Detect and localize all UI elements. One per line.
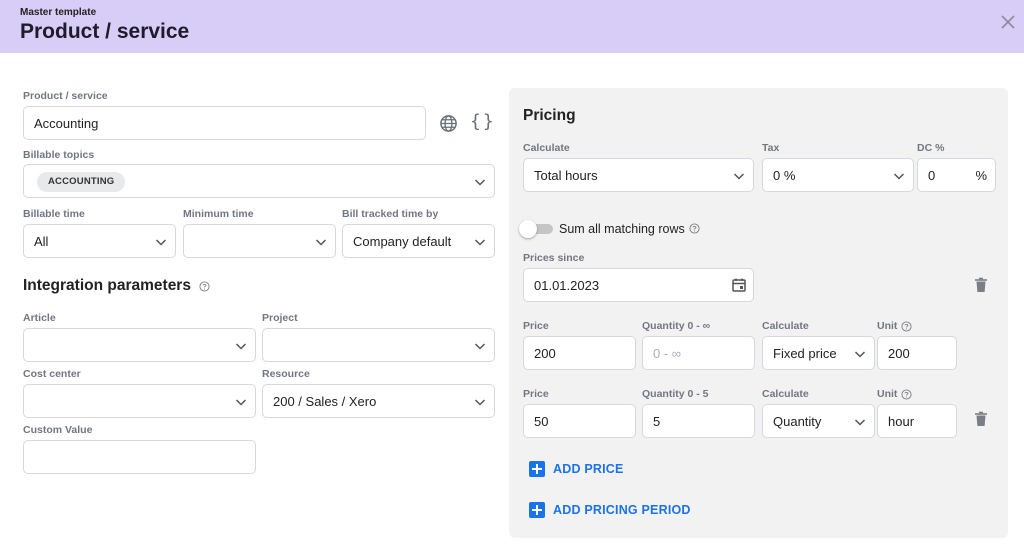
cost-center-select[interactable] <box>23 384 256 418</box>
calculate-value: Total hours <box>534 168 598 183</box>
row-calculate-value: Quantity <box>773 414 822 429</box>
unit-label: Unit <box>877 388 898 400</box>
custom-value-label: Custom Value <box>23 424 93 436</box>
row-calculate-label: Calculate <box>762 388 809 400</box>
project-label: Project <box>262 312 298 324</box>
pricing-title: Pricing <box>523 107 576 124</box>
sum-matching-rows-toggle[interactable] <box>519 219 555 239</box>
article-label: Article <box>23 312 56 324</box>
article-select[interactable] <box>23 328 256 362</box>
cost-center-label: Cost center <box>23 368 81 380</box>
dc-value: 0 <box>928 168 936 183</box>
toggle-knob <box>519 220 537 238</box>
percent-suffix: % <box>975 168 987 183</box>
unit-input[interactable]: hour <box>877 404 957 438</box>
header-subtitle: Master template <box>20 7 97 18</box>
help-icon[interactable] <box>901 389 912 400</box>
chevron-down-icon <box>474 343 486 350</box>
billable-time-value: All <box>34 234 49 249</box>
resource-label: Resource <box>262 368 310 380</box>
row-calculate-select[interactable]: Fixed price <box>762 336 875 370</box>
chevron-down-icon <box>474 239 486 246</box>
dc-label: DC % <box>917 142 945 154</box>
braces-icon[interactable]: {} <box>470 111 496 132</box>
page-title: Product / service <box>20 20 190 43</box>
billable-time-select[interactable]: All <box>23 224 176 258</box>
minimum-time-label: Minimum time <box>183 208 254 220</box>
tax-label: Tax <box>762 142 780 154</box>
dialog-header: Master template Product / service <box>0 0 1024 53</box>
quantity-placeholder: 0 - ∞ <box>653 346 682 361</box>
dc-input[interactable]: 0 % <box>917 158 996 192</box>
chevron-down-icon <box>893 173 905 180</box>
prices-since-label: Prices since <box>523 252 585 264</box>
unit-value: 200 <box>888 346 910 361</box>
close-icon[interactable] <box>1000 14 1016 30</box>
row-calculate-value: Fixed price <box>773 346 837 361</box>
globe-icon[interactable] <box>439 114 458 133</box>
chevron-down-icon <box>235 399 247 406</box>
bill-tracked-select[interactable]: Company default <box>342 224 495 258</box>
calculate-select[interactable]: Total hours <box>523 158 754 192</box>
product-service-value: Accounting <box>34 116 99 131</box>
bill-tracked-value: Company default <box>353 234 452 249</box>
row-calculate-select[interactable]: Quantity <box>762 404 875 438</box>
project-select[interactable] <box>262 328 495 362</box>
billable-topics-label: Billable topics <box>23 149 95 161</box>
quantity-label: Quantity 0 - ∞ <box>642 320 711 332</box>
chevron-down-icon <box>854 419 866 426</box>
tax-value: 0 % <box>773 168 796 183</box>
help-icon[interactable] <box>199 281 210 292</box>
billable-topics-select[interactable]: ACCOUNTING <box>23 164 495 198</box>
quantity-input[interactable]: 5 <box>642 404 755 438</box>
add-pricing-period-button[interactable]: ADD PRICING PERIOD <box>529 501 699 519</box>
bill-tracked-label: Bill tracked time by <box>342 208 439 220</box>
prices-since-value: 01.01.2023 <box>534 278 600 293</box>
sum-matching-rows-label: Sum all matching rows <box>559 222 685 236</box>
help-icon[interactable] <box>689 223 700 234</box>
price-input[interactable]: 50 <box>523 404 636 438</box>
price-value: 50 <box>534 414 549 429</box>
price-label: Price <box>523 320 549 332</box>
help-icon[interactable] <box>901 321 912 332</box>
chevron-down-icon <box>854 351 866 358</box>
plus-icon <box>529 502 545 518</box>
chevron-down-icon <box>474 399 486 406</box>
resource-select[interactable]: 200 / Sales / Xero <box>262 384 495 418</box>
trash-icon[interactable] <box>974 411 988 427</box>
unit-input[interactable]: 200 <box>877 336 957 370</box>
price-label: Price <box>523 388 549 400</box>
billable-time-label: Billable time <box>23 208 85 220</box>
add-pricing-period-label: ADD PRICING PERIOD <box>553 503 691 517</box>
chevron-down-icon <box>315 239 327 246</box>
product-service-label: Product / service <box>23 90 108 102</box>
calculate-label: Calculate <box>523 142 570 154</box>
prices-since-date-input[interactable]: 01.01.2023 <box>523 268 754 302</box>
calendar-icon[interactable] <box>731 277 747 293</box>
row-calculate-label: Calculate <box>762 320 809 332</box>
resource-value: 200 / Sales / Xero <box>273 394 377 409</box>
tax-select[interactable]: 0 % <box>762 158 914 192</box>
product-service-input[interactable]: Accounting <box>23 106 426 140</box>
integration-title: Integration parameters <box>23 277 191 294</box>
unit-label: Unit <box>877 320 898 332</box>
price-value: 200 <box>534 346 556 361</box>
add-price-label: ADD PRICE <box>553 462 624 476</box>
plus-icon <box>529 461 545 477</box>
minimum-time-select[interactable] <box>183 224 336 258</box>
custom-value-input[interactable] <box>23 440 256 474</box>
chevron-down-icon <box>235 343 247 350</box>
quantity-input[interactable]: 0 - ∞ <box>642 336 755 370</box>
chevron-down-icon <box>155 239 167 246</box>
price-input[interactable]: 200 <box>523 336 636 370</box>
quantity-label: Quantity 0 - 5 <box>642 388 709 400</box>
unit-value: hour <box>888 414 915 429</box>
add-price-button[interactable]: ADD PRICE <box>529 460 629 478</box>
chevron-down-icon <box>733 173 745 180</box>
topic-chip[interactable]: ACCOUNTING <box>37 172 126 192</box>
chevron-down-icon <box>474 179 486 186</box>
quantity-value: 5 <box>653 414 661 429</box>
trash-icon[interactable] <box>974 277 988 293</box>
